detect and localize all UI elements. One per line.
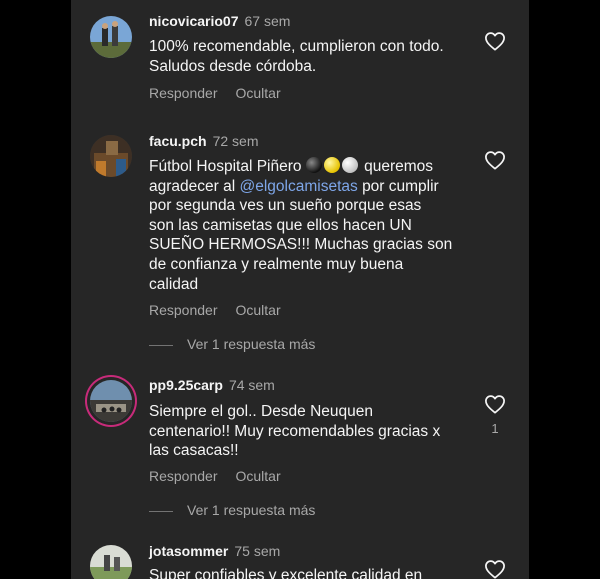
comment-text: Super confiables y excelente calidad en	[149, 566, 469, 579]
comment-line: centenario!! Muy recomendables gracias x	[149, 422, 441, 440]
comment-line: por segunda ves un sueño porque esas	[149, 197, 422, 215]
replies-divider	[149, 510, 173, 512]
comment-text: 100% recomendable, cumplieron con todo. …	[149, 37, 469, 76]
comment-line-text: Fútbol Hospital Piñero	[149, 158, 302, 175]
black-circle-icon	[305, 157, 322, 173]
reply-button[interactable]: Responder	[149, 302, 218, 318]
heart-outline-icon[interactable]	[484, 150, 506, 170]
view-replies-button[interactable]: Ver 1 respuesta más	[149, 336, 315, 352]
timestamp: 75 sem	[234, 543, 281, 559]
white-circle-icon	[341, 157, 358, 173]
hide-button[interactable]: Ocultar	[236, 468, 281, 484]
comment-actions: Responder Ocultar	[149, 85, 299, 101]
comments-panel: nicovicario07 67 sem 100% recomendable, c…	[71, 0, 529, 579]
comment-line: las casacas!!	[149, 442, 239, 460]
hide-button[interactable]: Ocultar	[236, 302, 281, 318]
avatar[interactable]	[90, 16, 132, 58]
avatar[interactable]	[90, 380, 132, 422]
mention-link[interactable]: @elgolcamisetas	[239, 178, 357, 195]
username[interactable]: pp9.25carp	[149, 377, 223, 393]
comment-line: Siempre el gol.. Desde Neuquen	[149, 403, 374, 420]
comment-header: jotasommer 75 sem	[149, 543, 280, 559]
comment-header: nicovicario07 67 sem	[149, 13, 290, 29]
comment-header: facu.pch 72 sem	[149, 133, 259, 149]
comment-line: SUEÑO HERMOSAS!!! Muchas gracias son	[149, 236, 453, 254]
comment-line-text: por cumplir	[362, 177, 439, 195]
avatar[interactable]	[90, 545, 132, 579]
username[interactable]: nicovicario07	[149, 13, 239, 29]
hide-button[interactable]: Ocultar	[236, 85, 281, 101]
yellow-circle-icon	[323, 157, 340, 173]
timestamp: 74 sem	[228, 377, 275, 393]
replies-divider	[149, 344, 173, 346]
view-replies-label: Ver 1 respuesta más	[187, 336, 316, 352]
timestamp: 67 sem	[244, 13, 291, 29]
username[interactable]: jotasommer	[149, 543, 228, 559]
comment-actions: Responder Ocultar	[149, 468, 299, 484]
reply-button[interactable]: Responder	[149, 468, 218, 484]
comment-line: calidad	[149, 275, 199, 293]
comment-line: de confianza y realmente muy buena	[149, 255, 404, 273]
comment-line-text: queremos	[364, 158, 434, 175]
comment-line: Fútbol Hospital Piñero queremos	[149, 157, 469, 177]
heart-outline-icon[interactable]	[484, 394, 506, 414]
comment-line: Super confiables y excelente calidad en	[149, 567, 423, 579]
like-count: 1	[491, 421, 499, 436]
comment-text: Fútbol Hospital Piñero queremos agradece…	[149, 157, 469, 294]
timestamp: 72 sem	[212, 133, 259, 149]
view-replies-button[interactable]: Ver 1 respuesta más	[149, 502, 315, 518]
comment-header: pp9.25carp 74 sem	[149, 377, 275, 393]
username[interactable]: facu.pch	[149, 133, 207, 149]
heart-outline-icon[interactable]	[484, 31, 506, 51]
view-replies-label: Ver 1 respuesta más	[187, 502, 316, 518]
comment-line: agradecer al @elgolcamisetas por cumplir	[149, 177, 469, 197]
comment-actions: Responder Ocultar	[149, 302, 299, 318]
heart-outline-icon[interactable]	[484, 559, 506, 579]
comment-line: 100% recomendable, cumplieron con todo.	[149, 38, 444, 55]
avatar[interactable]	[90, 135, 132, 177]
reply-button[interactable]: Responder	[149, 85, 218, 101]
comment-line: Saludos desde córdoba.	[149, 57, 317, 75]
comment-text: Siempre el gol.. Desde Neuquen centenari…	[149, 402, 469, 461]
comment-line: son las camisetas que ellos hacen UN	[149, 216, 412, 234]
comment-line-text: agradecer al	[149, 177, 236, 195]
